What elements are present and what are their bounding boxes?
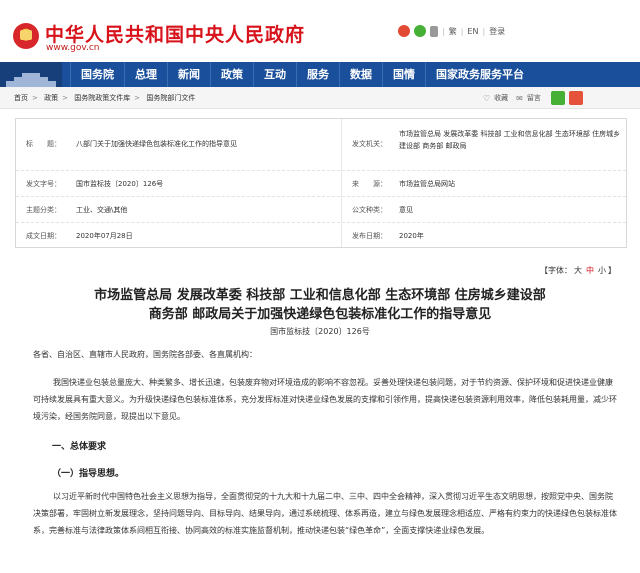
category-value: 工业、交通\其他 bbox=[76, 206, 128, 214]
chevron-right-icon: > bbox=[32, 94, 38, 102]
issuer-label: 发文机关： bbox=[352, 140, 387, 148]
source-label: 来 源： bbox=[352, 180, 387, 188]
breadcrumb-home[interactable]: 首页 bbox=[14, 94, 28, 102]
favorite-icon[interactable]: ♡ bbox=[483, 94, 490, 103]
wechat-icon[interactable] bbox=[414, 25, 426, 37]
type-label: 公文种类： bbox=[352, 206, 387, 214]
breadcrumb: 首页 > 政策 > 国务院政策文件库 > 国务院部门文件 bbox=[14, 93, 195, 103]
main-nav: 国务院 总理 新闻 政策 互动 服务 数据 国情 国家政务服务平台 bbox=[0, 62, 640, 87]
traditional-chinese-link[interactable]: 繁 bbox=[449, 26, 457, 37]
info-row-docno: 发文字号： 国市监标技〔2020〕126号 来 源： 市场监管总局网站 bbox=[16, 171, 626, 197]
mobile-icon[interactable] bbox=[430, 25, 438, 37]
page-tools: ♡ 收藏 ✉ 留言 bbox=[483, 91, 583, 105]
tiananmen-skyline-icon bbox=[0, 62, 62, 87]
chevron-right-icon: > bbox=[134, 94, 141, 102]
login-link[interactable]: 登录 bbox=[489, 26, 505, 37]
nav-item-data[interactable]: 数据 bbox=[339, 62, 382, 87]
breadcrumb-dept-documents[interactable]: 国务院部门文件 bbox=[146, 94, 195, 102]
document-number: 国市监标技〔2020〕126号 bbox=[270, 327, 370, 336]
nav-item-news[interactable]: 新闻 bbox=[167, 62, 210, 87]
wechat-share-icon[interactable] bbox=[550, 91, 565, 105]
font-size-large[interactable]: 大 bbox=[574, 266, 582, 275]
date-value: 2020年07月28日 bbox=[76, 232, 133, 240]
info-row-title: 标 题： 八部门关于加强快递绿色包装标准化工作的指导意见 发文机关： 市场监管总… bbox=[16, 119, 626, 171]
document-title: 市场监管总局 发展改革委 科技部 工业和信息化部 生态环境部 住房城乡建设部 商… bbox=[94, 288, 546, 322]
info-row-category: 主题分类： 工业、交通\其他 公文种类： 意见 bbox=[16, 197, 626, 223]
nav-item-state-council[interactable]: 国务院 bbox=[70, 62, 124, 87]
national-emblem-icon[interactable] bbox=[13, 23, 39, 49]
section-heading: 一、总体要求 bbox=[52, 442, 107, 452]
category-label: 主题分类： bbox=[26, 206, 61, 214]
breadcrumb-policy-library[interactable]: 国务院政策文件库 bbox=[74, 94, 130, 102]
nav-item-policy[interactable]: 政策 bbox=[210, 62, 253, 87]
comment-icon[interactable]: ✉ bbox=[516, 94, 523, 103]
nav-item-interaction[interactable]: 互动 bbox=[253, 62, 296, 87]
header-tools: | 繁 | EN | 登录 bbox=[398, 25, 505, 37]
addressee: 各省、自治区、直辖市人民政府，国务院各部委、各直属机构： bbox=[33, 350, 257, 359]
paragraph-guiding: 以习近平新时代中国特色社会主义思想为指导，全面贯彻党的十九大和十九届二中、三中、… bbox=[33, 492, 617, 535]
nav-item-premier[interactable]: 总理 bbox=[124, 62, 167, 87]
breadcrumb-bar: 首页 > 政策 > 国务院政策文件库 > 国务院部门文件 ♡ 收藏 ✉ 留言 bbox=[0, 87, 640, 109]
docno-label: 发文字号： bbox=[26, 180, 61, 188]
title-value: 八部门关于加强快递绿色包装标准化工作的指导意见 bbox=[76, 140, 237, 148]
issuer-value: 市场监管总局 发展改革委 科技部 工业和信息化部 生态环境部 住房城乡建设部 商… bbox=[399, 130, 621, 150]
font-size-small[interactable]: 小 bbox=[598, 266, 606, 275]
date-label: 成文日期： bbox=[26, 232, 61, 240]
pubdate-label: 发布日期： bbox=[352, 232, 387, 240]
site-header: 中华人民共和国中央人民政府 www.gov.cn | 繁 | EN | 登录 bbox=[0, 0, 640, 62]
weibo-share-icon[interactable] bbox=[568, 91, 583, 105]
paragraph-intro: 我国快递业包装总量庞大、种类繁多、增长迅速，包装废弃物对环境造成的影响不容忽视。… bbox=[33, 378, 617, 421]
weibo-icon[interactable] bbox=[398, 25, 410, 37]
font-size-control: 【字体：大中小】 bbox=[540, 266, 616, 275]
favorite-link[interactable]: 收藏 bbox=[494, 93, 508, 103]
breadcrumb-policy[interactable]: 政策 bbox=[44, 94, 58, 102]
nav-item-national-info[interactable]: 国情 bbox=[382, 62, 425, 87]
docno-value: 国市监标技〔2020〕126号 bbox=[76, 180, 164, 188]
nav-item-service-platform[interactable]: 国家政务服务平台 bbox=[425, 62, 534, 87]
nav-item-service[interactable]: 服务 bbox=[296, 62, 339, 87]
site-url: www.gov.cn bbox=[46, 43, 100, 53]
info-row-date: 成文日期： 2020年07月28日 发布日期： 2020年 bbox=[16, 223, 626, 248]
comment-link[interactable]: 留言 bbox=[527, 93, 541, 103]
font-size-medium[interactable]: 中 bbox=[586, 266, 594, 275]
chevron-right-icon: > bbox=[62, 94, 68, 102]
type-value: 意见 bbox=[399, 206, 413, 214]
pubdate-value: 2020年 bbox=[399, 232, 424, 240]
source-value: 市场监管总局网站 bbox=[399, 180, 455, 188]
document-info-table: 标 题： 八部门关于加强快递绿色包装标准化工作的指导意见 发文机关： 市场监管总… bbox=[15, 118, 627, 248]
english-link[interactable]: EN bbox=[467, 27, 478, 36]
title-label: 标 题： bbox=[26, 140, 61, 148]
subsection-heading: （一）指导思想。 bbox=[52, 469, 125, 479]
